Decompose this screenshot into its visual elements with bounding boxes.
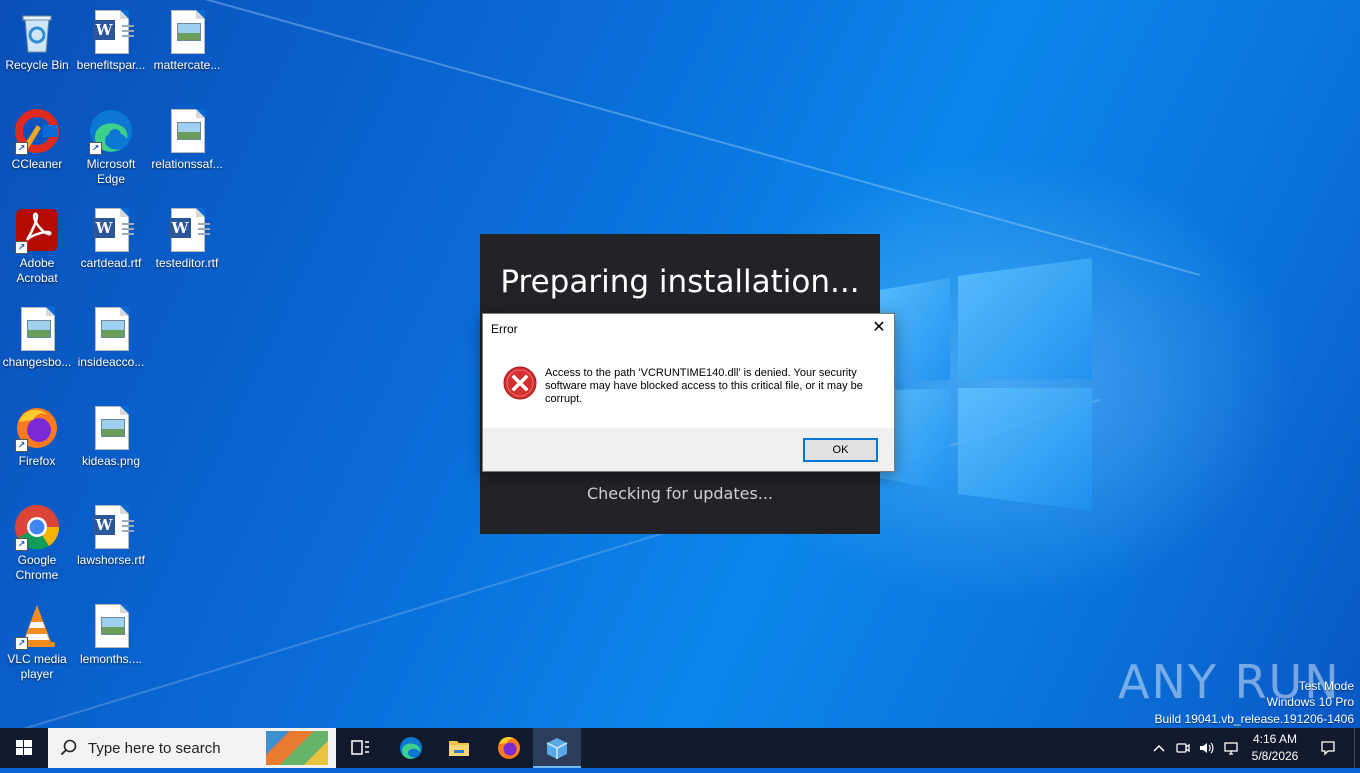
shortcut-arrow-icon: ↗ [15,439,28,452]
close-icon[interactable]: ✕ [864,314,894,342]
desktop-icon-file[interactable]: mattercate... [150,4,224,73]
start-button[interactable] [0,728,48,768]
taskbar-installer-app[interactable] [533,728,581,768]
desktop-icon-file[interactable]: W lawshorse.rtf [74,499,148,568]
image-file-icon [87,602,135,650]
shortcut-arrow-icon: ↗ [89,142,102,155]
image-file-icon [163,8,211,56]
word-document-icon: W [87,503,135,551]
desktop-icon-label: CCleaner [11,157,63,171]
desktop-icon-firefox[interactable]: ↗ Firefox [0,400,74,469]
taskbar-file-explorer[interactable] [435,728,483,768]
shortcut-arrow-icon: ↗ [15,538,28,551]
desktop-icon-adobe-acrobat[interactable]: ↗ Adobe Acrobat [0,202,74,286]
desktop-icon-ccleaner[interactable]: ↗ CCleaner [0,103,74,172]
desktop-icon-vlc[interactable]: ↗ VLC media player [0,598,74,682]
folder-icon [449,741,469,756]
desktop-icon-label: insideacco... [77,355,145,369]
word-document-icon: W [163,206,211,254]
shortcut-arrow-icon: ↗ [15,241,28,254]
word-document-icon: W [87,8,135,56]
dialog-footer: OK [483,428,894,471]
clock-date: 5/8/2026 [1251,749,1299,763]
meet-now-icon[interactable] [1175,740,1191,756]
ccleaner-icon: ↗ [13,107,61,155]
desktop-icon-label: Recycle Bin [5,58,69,72]
desktop-icon-google-chrome[interactable]: ↗ Google Chrome [0,499,74,583]
task-view-button[interactable] [336,728,384,768]
image-file-icon [163,107,211,155]
dialog-message: Access to the path 'VCRUNTIME140.dll' is… [545,367,863,405]
task-view-icon [351,740,369,755]
desktop-icon-recycle-bin[interactable]: Recycle Bin [0,4,74,73]
adobe-acrobat-icon: ↗ [13,206,61,254]
desktop-icon-file[interactable]: W cartdead.rtf [74,202,148,271]
network-icon[interactable] [1223,740,1239,756]
desktop-icon-label: mattercate... [153,58,221,72]
desktop-icon-label: testeditor.rtf [155,256,219,270]
edge-icon [400,737,422,759]
desktop-icon-label: relationssaf... [151,157,223,171]
installer-title: Preparing installation... [500,264,860,300]
image-file-icon [87,305,135,353]
ok-button[interactable]: OK [803,438,878,462]
desktop-icon-file[interactable]: changesbo... [0,301,74,370]
package-box-icon [546,738,568,759]
dialog-body: Access to the path 'VCRUNTIME140.dll' is… [483,344,894,428]
desktop-icon-label: VLC media player [7,652,67,681]
windows-start-icon [16,740,32,755]
test-mode-label: Test Mode [1298,679,1354,693]
desktop-icon-file[interactable]: insideacco... [74,301,148,370]
desktop-icon-label: lemonths.... [79,652,143,666]
windows-edition-label: Windows 10 Pro [1266,695,1354,709]
notification-icon[interactable] [1320,740,1336,756]
show-desktop-button[interactable] [1354,728,1360,768]
error-dialog: Error ✕ Access to the path 'VCRUNTIME140… [482,313,895,472]
clock-time: 4:16 AM [1252,732,1298,746]
system-clock[interactable]: 4:16 AM 5/8/2026 [1250,731,1300,765]
desktop-icon-file[interactable]: relationssaf... [150,103,224,172]
search-placeholder: Type here to search [88,740,221,757]
desktop-icon-label: kideas.png [81,454,141,468]
installer-status: Checking for updates... [586,484,774,503]
vlc-cone-icon: ↗ [13,602,61,650]
desktop-icon-label: cartdead.rtf [80,256,142,270]
shortcut-arrow-icon: ↗ [15,637,28,650]
search-highlight-image [266,731,328,765]
recycle-bin-icon [13,8,61,56]
desktop-icon-label: benefitspar... [76,58,146,72]
desktop-icon-label: changesbo... [2,355,72,369]
taskbar: Type here to search 4:16 AM 5/8/2026 [0,728,1360,768]
taskbar-firefox[interactable] [485,728,533,768]
shortcut-arrow-icon: ↗ [15,142,28,155]
build-label: Build 19041.vb_release.191206-1406 [1154,712,1355,726]
desktop-icon-label: Google Chrome [15,553,59,582]
desktop-icon-file[interactable]: W testeditor.rtf [150,202,224,271]
desktop-icon-file[interactable]: kideas.png [74,400,148,469]
volume-icon[interactable] [1198,740,1214,756]
chrome-icon: ↗ [13,503,61,551]
word-document-icon: W [87,206,135,254]
desktop-icon-label: Microsoft Edge [86,157,136,186]
desktop-icon-label: Firefox [18,454,56,468]
search-box[interactable]: Type here to search [48,728,336,768]
edge-icon: ↗ [87,107,135,155]
firefox-icon: ↗ [13,404,61,452]
desktop-icon-file[interactable]: W benefitspar... [74,4,148,73]
desktop-icon-label: lawshorse.rtf [76,553,146,567]
desktop-icon-label: Adobe Acrobat [16,256,58,285]
dialog-title: Error [491,322,518,336]
chevron-up-icon[interactable] [1151,740,1167,756]
image-file-icon [87,404,135,452]
image-file-icon [13,305,61,353]
desktop: Recycle Bin ↗ CCleaner ↗ Adobe Acrobat c… [0,0,1360,728]
desktop-icon-file[interactable]: lemonths.... [74,598,148,667]
error-icon [503,366,537,400]
firefox-icon [498,736,520,759]
desktop-icon-microsoft-edge[interactable]: ↗ Microsoft Edge [74,103,148,187]
taskbar-edge[interactable] [387,728,435,768]
search-icon [60,739,77,756]
